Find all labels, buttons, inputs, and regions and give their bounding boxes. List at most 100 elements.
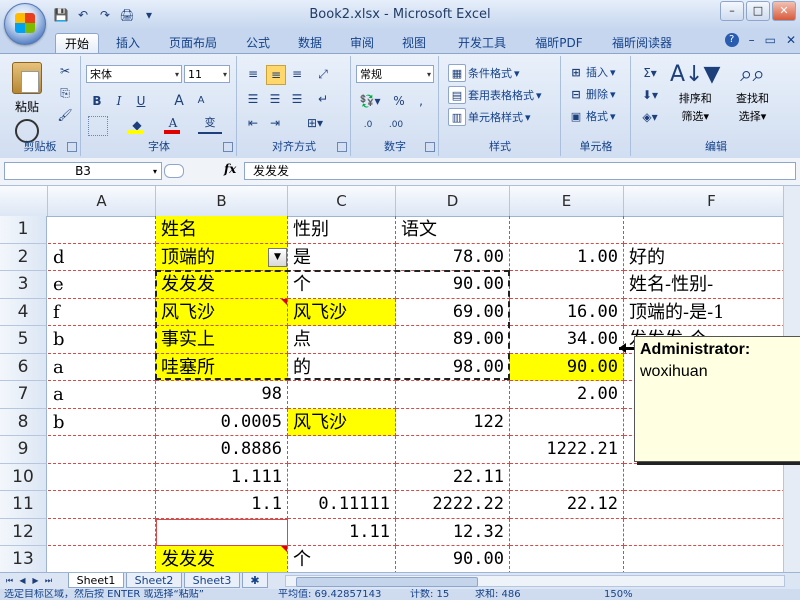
row-header-1[interactable]: 1: [0, 216, 47, 244]
decrease-decimal-button[interactable]: .00: [384, 116, 408, 134]
cell-d5[interactable]: 89.00: [396, 326, 510, 354]
sheet-tab-sheet1[interactable]: Sheet1: [68, 573, 124, 588]
cell-b4[interactable]: 风飞沙: [156, 298, 288, 326]
cell-f4[interactable]: 顶端的-是-1: [624, 298, 800, 326]
merge-center-icon[interactable]: ⊞▾: [300, 114, 330, 132]
tab-home[interactable]: 开始: [55, 33, 99, 54]
sort-filter-button[interactable]: A↓▼ 排序和 筛选▾: [670, 62, 720, 124]
phonetic-button[interactable]: 变: [198, 114, 222, 134]
cell-e8[interactable]: [510, 408, 624, 436]
cell-c4[interactable]: 风飞沙: [288, 298, 396, 326]
cell-e1[interactable]: [510, 216, 624, 244]
paste-button[interactable]: 粘贴: [12, 62, 42, 143]
autosum-button[interactable]: Σ▾: [638, 64, 662, 82]
row-header-13[interactable]: 13: [0, 546, 47, 572]
row-header-11[interactable]: 11: [0, 491, 47, 519]
cell-a12[interactable]: [48, 518, 156, 546]
cell-e5[interactable]: 34.00: [510, 326, 624, 354]
cell-a7[interactable]: a: [48, 381, 156, 409]
row-header-10[interactable]: 10: [0, 463, 47, 491]
cell-e2[interactable]: 1.00: [510, 243, 624, 271]
align-center-icon[interactable]: ☰: [266, 90, 284, 108]
cell-c10[interactable]: [288, 463, 396, 491]
font-size-select[interactable]: 11 ▾: [184, 65, 230, 83]
insert-cells-button[interactable]: ⊞ 插入 ▾: [568, 64, 615, 80]
cell-d12[interactable]: 12.32: [396, 518, 510, 546]
row-header-4[interactable]: 4: [0, 298, 47, 326]
find-select-button[interactable]: ⌕⌕ 查找和 选择▾: [736, 62, 769, 124]
increase-indent-icon[interactable]: ⇥: [266, 114, 284, 132]
cell-d3[interactable]: 90.00: [396, 271, 510, 299]
cell-a2[interactable]: d: [48, 243, 156, 271]
cell-b7[interactable]: 98: [156, 381, 288, 409]
cell-b10[interactable]: 1.111: [156, 463, 288, 491]
select-all-corner[interactable]: [0, 186, 48, 216]
next-sheet-icon[interactable]: ▶: [30, 575, 41, 587]
cell-f10[interactable]: [624, 463, 800, 491]
insert-sheet-icon[interactable]: ✱: [242, 573, 268, 588]
cell-e6[interactable]: 90.00: [510, 353, 624, 381]
tab-data[interactable]: 数据: [290, 33, 330, 53]
cell-d4[interactable]: 69.00: [396, 298, 510, 326]
underline-button[interactable]: U: [132, 92, 150, 110]
cell-c6[interactable]: 的: [288, 353, 396, 381]
number-dialog-launcher[interactable]: [425, 142, 435, 152]
cell-c7[interactable]: [288, 381, 396, 409]
row-header-3[interactable]: 3: [0, 271, 47, 299]
cell-e11[interactable]: 22.12: [510, 491, 624, 519]
ribbon-restore-button[interactable]: ▭: [765, 33, 776, 47]
horizontal-scroll-thumb[interactable]: [296, 577, 478, 587]
column-header-d[interactable]: D: [396, 186, 510, 216]
cell-e10[interactable]: [510, 463, 624, 491]
cell-e9[interactable]: 1222.21: [510, 436, 624, 464]
cell-d7[interactable]: [396, 381, 510, 409]
tab-foxit-reader[interactable]: 福昕阅读器: [602, 33, 682, 53]
cell-d13[interactable]: 90.00: [396, 546, 510, 572]
font-dialog-launcher[interactable]: [223, 142, 233, 152]
fill-icon[interactable]: ⬇▾: [638, 86, 662, 104]
cell-c12[interactable]: 1.11: [288, 518, 396, 546]
conditional-formatting-button[interactable]: ▦ 条件格式 ▾: [448, 64, 520, 82]
cell-d6[interactable]: 98.00: [396, 353, 510, 381]
name-box[interactable]: B3 ▾: [4, 162, 162, 180]
shrink-font-button[interactable]: A: [192, 92, 210, 110]
percent-style-button[interactable]: %: [390, 92, 408, 110]
cell-c1[interactable]: 性别: [288, 216, 396, 244]
alignment-dialog-launcher[interactable]: [337, 142, 347, 152]
cell-f3[interactable]: 姓名-性别-: [624, 271, 800, 299]
tab-review[interactable]: 审阅: [342, 33, 382, 53]
decrease-indent-icon[interactable]: ⇤: [244, 114, 262, 132]
format-cells-button[interactable]: ▣ 格式 ▾: [568, 108, 616, 124]
last-sheet-icon[interactable]: ⏭: [43, 575, 54, 587]
column-header-e[interactable]: E: [510, 186, 624, 216]
cell-e4[interactable]: 16.00: [510, 298, 624, 326]
row-header-12[interactable]: 12: [0, 518, 47, 546]
column-header-f[interactable]: F: [624, 186, 800, 216]
font-name-select[interactable]: 宋体 ▾: [86, 65, 182, 83]
tab-formulas[interactable]: 公式: [238, 33, 278, 53]
tab-page-layout[interactable]: 页面布局: [160, 33, 226, 53]
cell-a9[interactable]: [48, 436, 156, 464]
cell-d10[interactable]: 22.11: [396, 463, 510, 491]
align-top-icon[interactable]: ≡: [244, 65, 262, 83]
cell-e7[interactable]: 2.00: [510, 381, 624, 409]
row-header-6[interactable]: 6: [0, 353, 47, 381]
border-icon[interactable]: [88, 116, 108, 136]
cell-e3[interactable]: [510, 271, 624, 299]
cell-d2[interactable]: 78.00: [396, 243, 510, 271]
close-button[interactable]: ✕: [772, 1, 796, 21]
row-header-9[interactable]: 9: [0, 436, 47, 464]
cell-b8[interactable]: 0.0005: [156, 408, 288, 436]
align-right-icon[interactable]: ☰: [288, 90, 306, 108]
cell-a1[interactable]: [48, 216, 156, 244]
delete-cells-button[interactable]: ⊟ 删除 ▾: [568, 86, 615, 102]
cell-d1[interactable]: 语文: [396, 216, 510, 244]
ribbon-minimize-button[interactable]: –: [749, 33, 755, 47]
prev-sheet-icon[interactable]: ◀: [17, 575, 28, 587]
cell-c5[interactable]: 点: [288, 326, 396, 354]
help-icon[interactable]: ?: [724, 33, 739, 47]
align-middle-icon[interactable]: ≡: [266, 65, 286, 85]
first-sheet-icon[interactable]: ⏮: [4, 575, 15, 587]
column-header-b[interactable]: B: [156, 186, 288, 216]
format-painter-icon[interactable]: 🖌: [56, 106, 74, 124]
